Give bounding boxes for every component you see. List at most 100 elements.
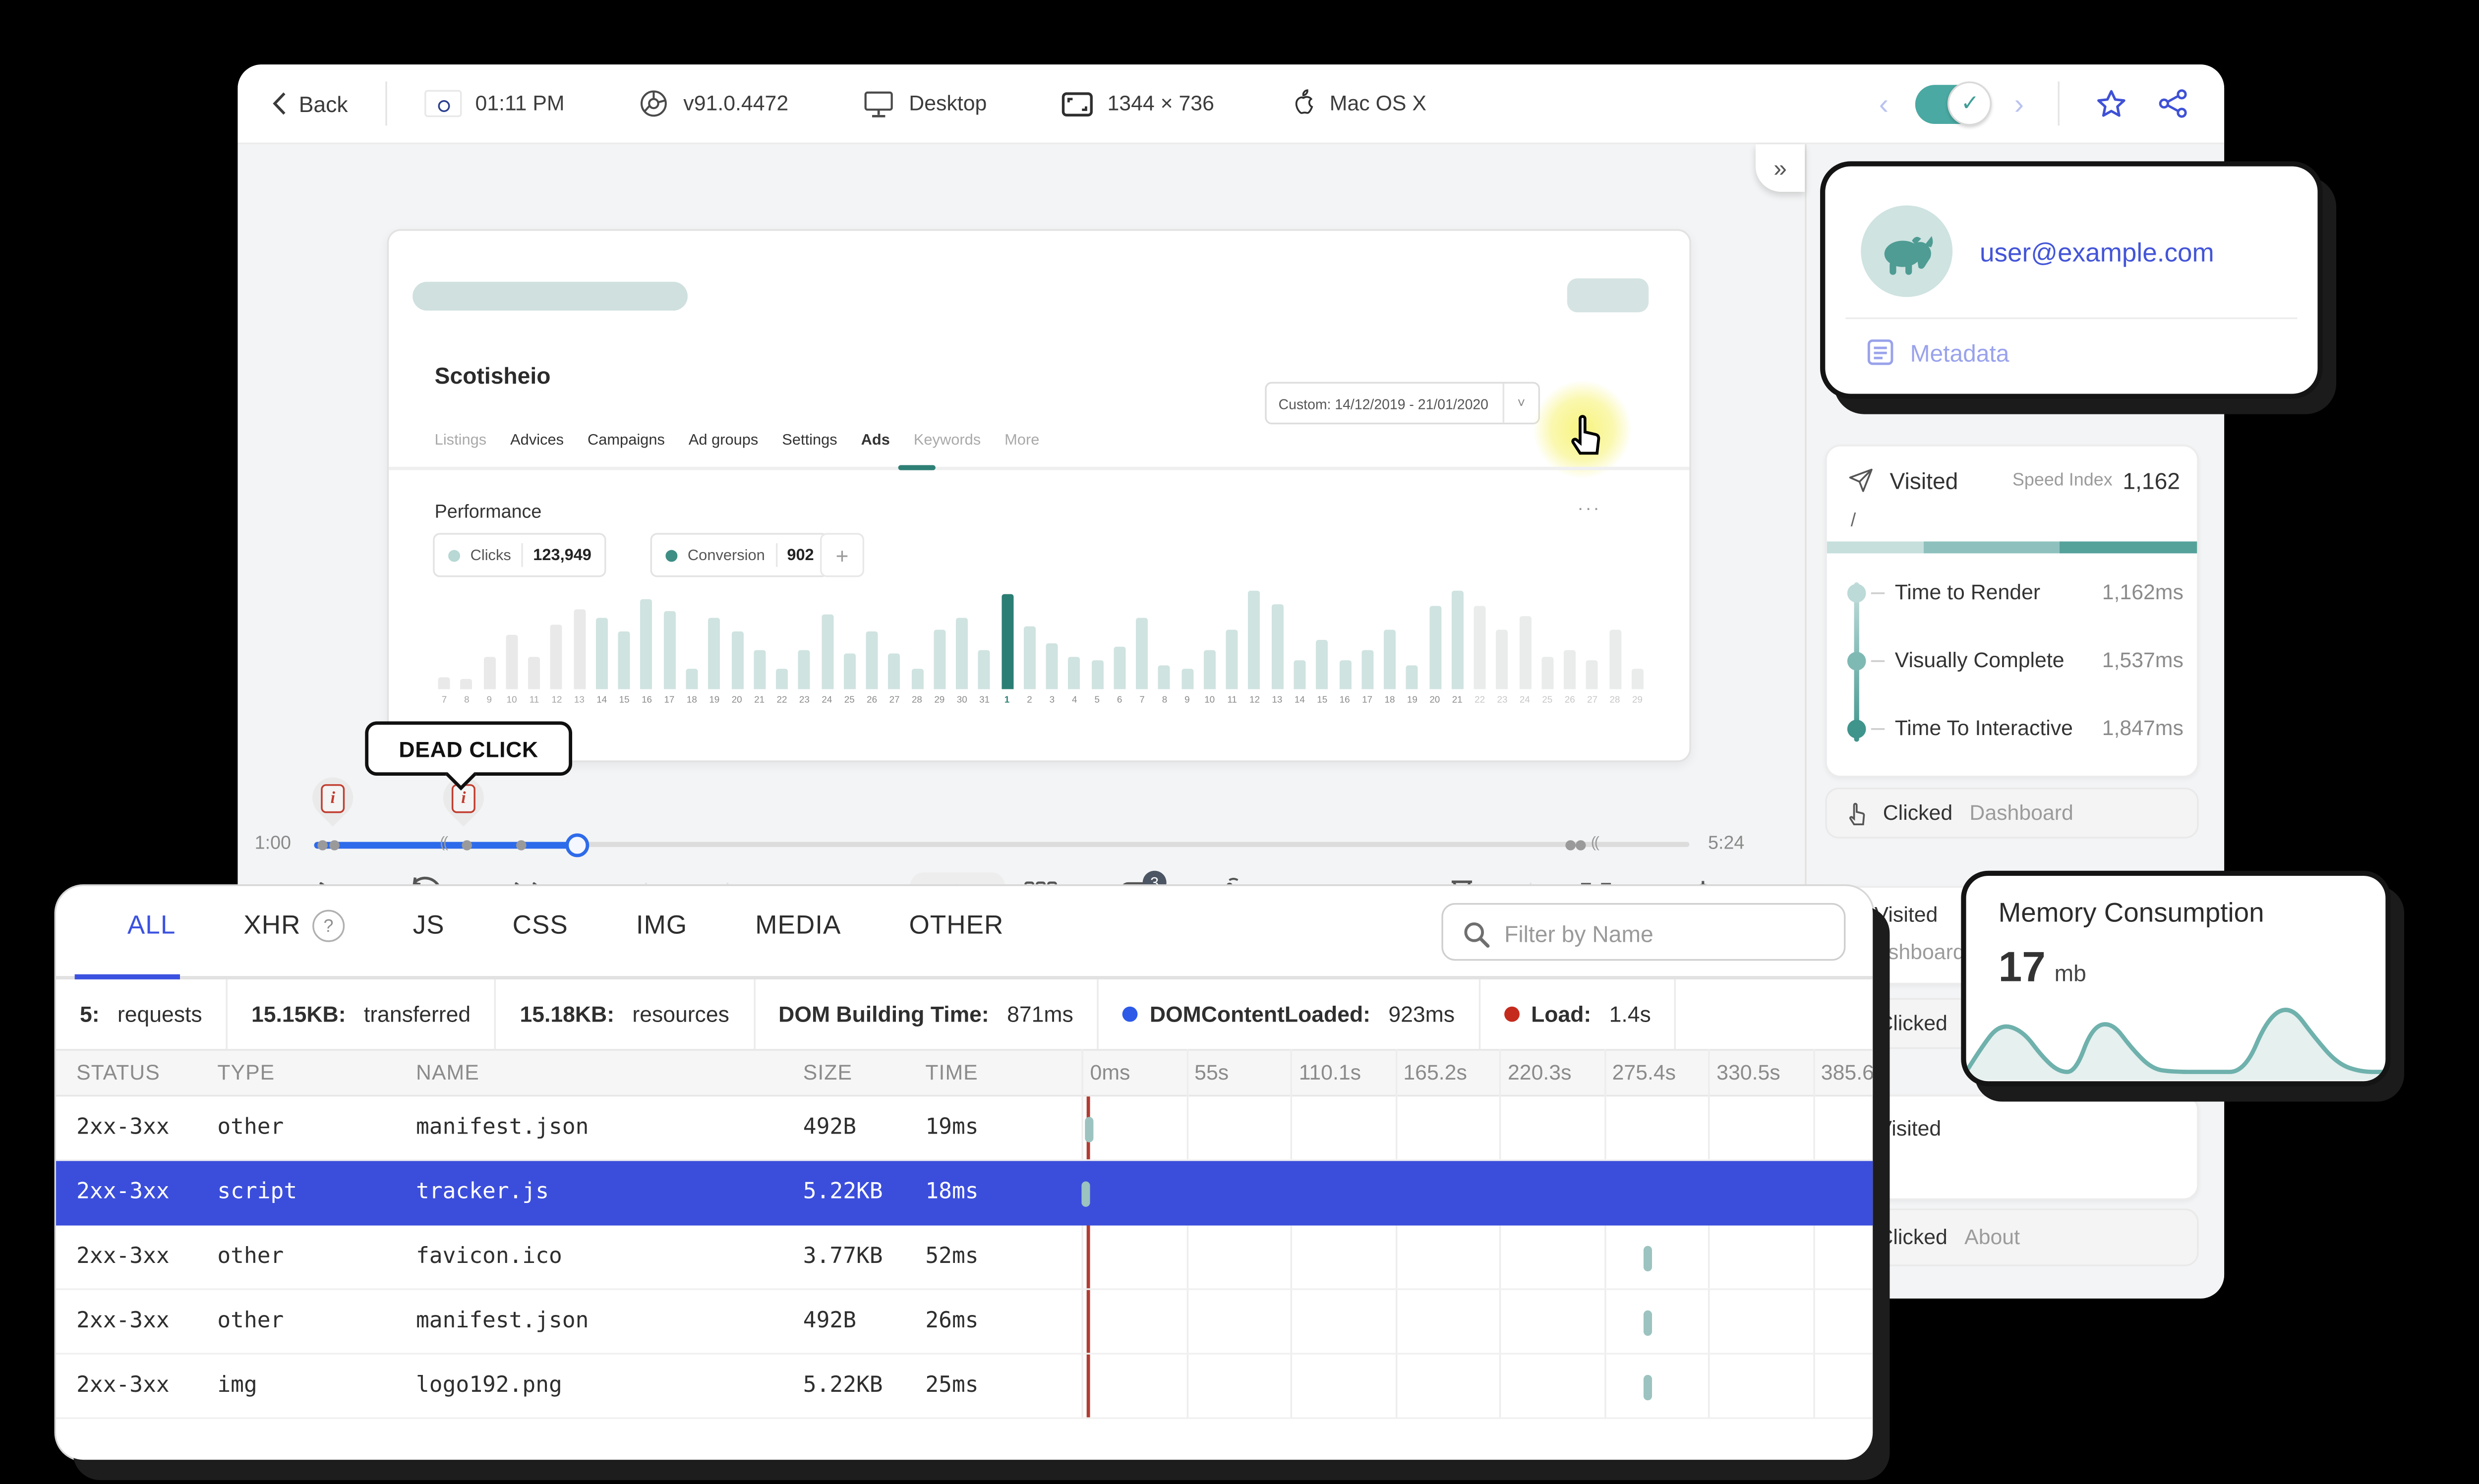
- chart-bar: [1519, 616, 1531, 689]
- network-tab-js[interactable]: JS: [413, 911, 445, 941]
- chart-bar: [1631, 669, 1644, 689]
- filter-by-name-input[interactable]: [1501, 905, 1834, 963]
- next-session-button[interactable]: ›: [2014, 89, 2024, 118]
- favorite-star-button[interactable]: [2093, 86, 2129, 121]
- browser-version-label: v91.0.4472: [683, 91, 789, 115]
- chart-bar-label: 6: [1117, 696, 1122, 706]
- column-header-type[interactable]: TYPE: [217, 1061, 416, 1084]
- site-tab-advices[interactable]: Advices: [510, 431, 564, 448]
- chart-bar: [1564, 649, 1576, 689]
- event-marker-dot[interactable]: [1575, 839, 1586, 850]
- chart-bar-label: 15: [1317, 696, 1328, 706]
- site-tab-ads[interactable]: Ads: [861, 431, 890, 448]
- site-tab-ad-groups[interactable]: Ad groups: [689, 431, 759, 448]
- site-date-range-select[interactable]: Custom: 14/12/2019 - 21/01/2020 ˅: [1265, 382, 1540, 425]
- network-tab-xhr[interactable]: XHR?: [243, 910, 345, 942]
- column-header-name[interactable]: NAME: [416, 1061, 803, 1084]
- apple-icon: [1296, 88, 1313, 114]
- event-target: Dashboard: [1969, 801, 2073, 825]
- event-row-clicked-dashboard[interactable]: Clicked Dashboard: [1825, 787, 2199, 839]
- event-action: Clicked: [1878, 1012, 1948, 1035]
- chart-bar-label: 20: [1429, 696, 1440, 706]
- chart-bar: [1294, 659, 1306, 689]
- network-table-header: STATUS TYPE NAME SIZE TIME 0ms 55s 110.1s 165.2s…: [56, 1049, 1873, 1097]
- section-more-button[interactable]: ···: [1577, 499, 1601, 519]
- chart-bar: [1609, 630, 1621, 689]
- current-time: 1:00: [254, 833, 292, 854]
- rhino-icon: [1884, 236, 1933, 275]
- chart-bar: [978, 649, 991, 689]
- chart-bar-label: 25: [844, 696, 855, 706]
- chart-bar-label: 14: [1294, 696, 1305, 706]
- visited-event-card[interactable]: Visited Speed Index 1,162 / Time to Rend…: [1825, 445, 2199, 778]
- chart-bar-label: 20: [731, 696, 742, 706]
- column-header-status[interactable]: STATUS: [76, 1061, 217, 1084]
- issue-pin[interactable]: i: [304, 769, 362, 827]
- cursor-hand-icon: [1571, 415, 1600, 455]
- column-header-time[interactable]: TIME: [925, 1061, 1081, 1084]
- chart-bar: [1046, 642, 1058, 689]
- table-row[interactable]: 2xx-3xx other manifest.json 492B 26ms: [56, 1290, 1873, 1355]
- chart-bar-label: 24: [822, 696, 832, 706]
- cell-size: 492B: [803, 1309, 857, 1334]
- chart-bar: [1136, 618, 1148, 689]
- table-row[interactable]: 2xx-3xx img logo192.png 5.22KB 25ms: [56, 1355, 1873, 1419]
- chart-bar-label: 9: [1184, 696, 1190, 706]
- column-header-size[interactable]: SIZE: [803, 1061, 926, 1084]
- site-title: Scotisheio: [434, 363, 551, 389]
- chart-bar-label: 4: [1072, 696, 1077, 706]
- network-tab-all[interactable]: ALL: [127, 911, 176, 941]
- collapse-sidebar-button[interactable]: »: [1755, 144, 1805, 192]
- network-tab-img[interactable]: IMG: [636, 911, 687, 941]
- add-metric-button[interactable]: +: [820, 533, 865, 577]
- autoplay-toggle[interactable]: ✓: [1915, 80, 1993, 125]
- event-marker-dot[interactable]: [516, 839, 527, 850]
- event-marker-dot[interactable]: [329, 839, 340, 850]
- metric-card-clicks[interactable]: Clicks 123,949: [433, 533, 607, 577]
- chart-bar: [618, 632, 631, 689]
- metric-divider: [521, 543, 523, 567]
- event-row-visited[interactable]: Visited: [1825, 1094, 2199, 1200]
- xhr-help-icon[interactable]: ?: [312, 910, 345, 942]
- metric-card-conversion[interactable]: Conversion 902: [650, 533, 829, 577]
- previous-session-button[interactable]: ‹: [1879, 89, 1889, 118]
- table-row[interactable]: 2xx-3xx script tracker.js 5.22KB 18ms: [56, 1161, 1873, 1226]
- chevron-down-icon: ˅: [1502, 383, 1538, 423]
- chart-bar: [641, 598, 653, 689]
- chart-bar: [956, 618, 968, 689]
- speed-segment-3: [2059, 541, 2197, 554]
- event-marker-dot[interactable]: [317, 839, 328, 850]
- chart-bar-label: 28: [911, 696, 922, 706]
- site-tab-settings[interactable]: Settings: [782, 431, 837, 448]
- chart-bar: [1541, 657, 1553, 689]
- network-tab-other[interactable]: OTHER: [909, 911, 1003, 941]
- network-stat: 15.15KB: transferred: [228, 979, 496, 1049]
- metadata-button[interactable]: Metadata: [1866, 338, 2009, 366]
- timeline-tick: 55s: [1194, 1061, 1229, 1085]
- metric-label: Clicks: [470, 546, 511, 564]
- site-tab-campaigns[interactable]: Campaigns: [588, 431, 665, 448]
- site-tab-listings[interactable]: Listings: [435, 431, 487, 448]
- network-tab-media[interactable]: MEDIA: [755, 911, 841, 941]
- dead-click-tooltip: DEAD CLICK: [365, 721, 573, 776]
- share-button[interactable]: [2156, 87, 2190, 120]
- event-marker-dot[interactable]: [462, 839, 472, 850]
- speed-index-value: 1,162: [2123, 467, 2181, 493]
- table-row[interactable]: 2xx-3xx other favicon.ico 3.77KB 52ms: [56, 1225, 1873, 1290]
- cell-time: 19ms: [925, 1115, 979, 1141]
- network-tab-css[interactable]: CSS: [513, 911, 568, 941]
- os-type: Mac OS X: [1289, 87, 1426, 119]
- site-tab-keywords[interactable]: Keywords: [914, 431, 981, 448]
- device-label: Desktop: [909, 91, 987, 115]
- seek-track[interactable]: ((((: [314, 832, 1690, 856]
- table-row[interactable]: 2xx-3xx other manifest.json 492B 19ms: [56, 1096, 1873, 1161]
- event-marker-dot[interactable]: [1565, 839, 1576, 850]
- event-row-clicked-about[interactable]: Clicked About: [1825, 1208, 2199, 1266]
- user-email[interactable]: user@example.com: [1980, 239, 2214, 270]
- chart-bar-label: 13: [574, 696, 585, 706]
- seek-knob[interactable]: [565, 832, 590, 856]
- chevron-left-icon: [273, 92, 286, 115]
- chart-bar: [911, 669, 923, 689]
- back-button[interactable]: Back: [272, 91, 348, 116]
- site-tab-more[interactable]: More: [1004, 431, 1039, 448]
